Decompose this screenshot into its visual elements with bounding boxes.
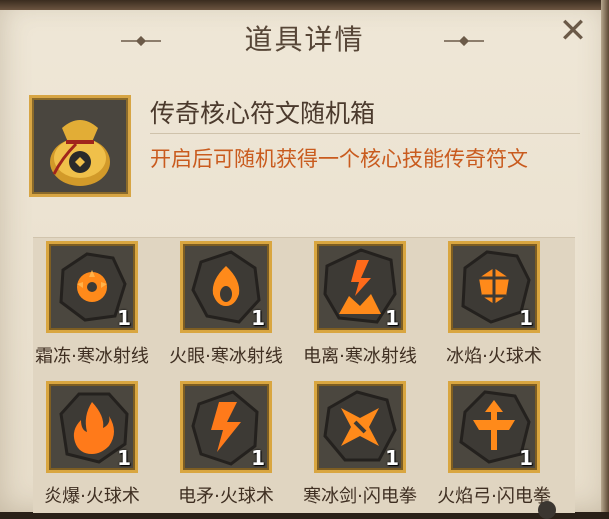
reward-tile: 1 (180, 381, 272, 473)
reward-count: 1 (519, 306, 533, 330)
reward-item[interactable]: 1 寒冰剑·闪电拳 (301, 378, 441, 508)
close-icon: ✕ (558, 11, 588, 51)
reward-item[interactable]: 1 冰焰·火球术 (435, 238, 575, 368)
reward-item[interactable]: 1 电矛·火球术 (167, 378, 307, 508)
title-ornament-right (444, 36, 484, 46)
reward-label: 霜冻·寒冰射线 (35, 346, 149, 367)
reward-item[interactable]: 1 霜冻·寒冰射线 (33, 238, 173, 368)
reward-label: 电离·寒冰射线 (303, 346, 417, 367)
reward-count: 1 (251, 446, 265, 470)
item-description: 开启后可随机获得一个核心技能传奇符文 (150, 147, 528, 171)
reward-tile: 1 (448, 241, 540, 333)
reward-tile: 1 (314, 381, 406, 473)
reward-tile: 1 (46, 381, 138, 473)
item-icon-frame (29, 95, 131, 197)
reward-count: 1 (117, 306, 131, 330)
reward-grid: 1 霜冻·寒冰射线 1 火眼·寒冰射线 1 电离·寒冰射线 1 冰焰·火球术 1… (33, 237, 575, 513)
reward-item[interactable]: 1 炎爆·火球术 (33, 378, 173, 508)
reward-item[interactable]: 1 电离·寒冰射线 (301, 238, 441, 368)
scroll-indicator[interactable] (538, 501, 556, 519)
reward-tile: 1 (314, 241, 406, 333)
reward-count: 1 (385, 446, 399, 470)
reward-item[interactable]: 1 火焰弓·闪电拳 (435, 378, 575, 508)
close-button[interactable]: ✕ (557, 14, 589, 48)
reward-tile: 1 (448, 381, 540, 473)
dialog-title: 道具详情 (244, 23, 365, 56)
loot-bag-icon (50, 120, 110, 186)
reward-tile: 1 (46, 241, 138, 333)
title-divider (150, 133, 580, 134)
reward-tile: 1 (180, 241, 272, 333)
reward-label: 寒冰剑·闪电拳 (303, 486, 417, 507)
reward-count: 1 (519, 446, 533, 470)
reward-count: 1 (251, 306, 265, 330)
reward-label: 炎爆·火球术 (44, 486, 140, 507)
reward-label: 冰焰·火球术 (446, 346, 542, 367)
reward-label: 电矛·火球术 (178, 486, 274, 507)
reward-label: 火眼·寒冰射线 (169, 346, 283, 367)
reward-item[interactable]: 1 火眼·寒冰射线 (167, 238, 307, 368)
reward-count: 1 (385, 306, 399, 330)
reward-count: 1 (117, 446, 131, 470)
item-detail-dialog: 道具详情 ✕ 传奇核心符文随机箱 开启后可随机获得一个核心技能传奇符文 1 霜冻… (0, 0, 609, 519)
item-name: 传奇核心符文随机箱 (150, 99, 376, 128)
